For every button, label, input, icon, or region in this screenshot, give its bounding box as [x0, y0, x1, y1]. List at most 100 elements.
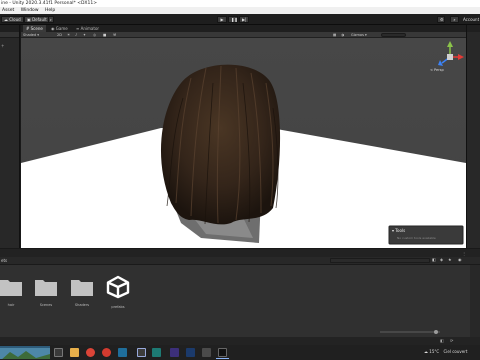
- app-teal-icon[interactable]: [152, 348, 161, 357]
- animator-tab-icon: ≡: [76, 26, 80, 31]
- tab-game-label: Game: [55, 26, 68, 31]
- inspector-tab-strip: [467, 25, 480, 32]
- menu-item-help[interactable]: Help: [45, 8, 55, 13]
- project-item-hair[interactable]: hair: [0, 277, 25, 307]
- slider-thumb[interactable]: [434, 330, 438, 334]
- project-breadcrumb[interactable]: ets: [1, 258, 7, 263]
- folder-icon: [35, 280, 57, 296]
- photoshop-icon[interactable]: [186, 348, 195, 357]
- chrome-icon[interactable]: [86, 348, 95, 357]
- project-item-label: Shaders: [74, 303, 90, 307]
- step-button[interactable]: ▶|: [239, 16, 249, 23]
- app-ps-icon[interactable]: [118, 348, 127, 357]
- os-taskbar: ☁ 15°C Ciel couvert: [0, 345, 480, 360]
- scene-tab-icon: #: [26, 26, 30, 31]
- tab-animator-label: Animator: [80, 26, 100, 31]
- services-button[interactable]: ⚙: [437, 16, 445, 23]
- landscape-icon: [0, 348, 50, 359]
- unity-taskbar-icon[interactable]: [218, 348, 227, 357]
- default-button[interactable]: ▣ Default: [24, 16, 50, 23]
- task-view-icon[interactable]: [54, 348, 63, 357]
- cache-icon[interactable]: ◧: [440, 338, 444, 343]
- toggle-2d-label: 2D: [57, 33, 62, 37]
- tab-scene-label: Scene: [30, 26, 43, 31]
- cloud-icon: ☁: [4, 17, 8, 22]
- weather-tray[interactable]: ☁ 15°C Ciel couvert: [424, 349, 467, 354]
- cloud-icon: ☁: [424, 349, 428, 354]
- project-item-label: hair: [7, 303, 15, 307]
- filter-type-icon[interactable]: ◧: [432, 257, 436, 262]
- main-toolbar: ☁ Cloud ▣ Default ▾ ▶ ❚❚ ▶| ⚙ ⌕ Account: [0, 14, 480, 25]
- default-label: Default: [32, 17, 47, 22]
- favorite-icon[interactable]: ★: [448, 257, 452, 262]
- weather-text: Ciel couvert: [443, 349, 468, 354]
- tools-overlay-text: No custom tools available: [397, 236, 436, 240]
- project-tab-strip: ⋮: [0, 249, 480, 257]
- status-bar: ◧ ⟳: [0, 337, 480, 345]
- opera-icon[interactable]: [102, 348, 111, 357]
- folder-icon: [0, 280, 22, 296]
- unity-logo-icon: [106, 275, 130, 299]
- project-item-prefabs[interactable]: prefabs: [104, 275, 132, 309]
- folder-icon: [71, 280, 93, 296]
- scene-tab-strip: # Scene ◉ Game ≡ Animator: [21, 25, 466, 32]
- cloud-button[interactable]: ☁ Cloud: [1, 16, 24, 23]
- scene-viewport[interactable]: < Persp ▾ Tools No custom tools availabl…: [21, 38, 466, 248]
- hierarchy-panel: ＋: [0, 25, 20, 248]
- tools-overlay-chevron-icon: ▾: [392, 228, 395, 233]
- play-icon: ▶: [220, 17, 224, 22]
- window-title-bar: ine - Unity 2020.3.41f1 Personal* <DX11>: [0, 0, 480, 7]
- scene-render: [21, 38, 466, 248]
- shading-mode-label: Shaded: [23, 33, 37, 37]
- tools-overlay-title: ▾ Tools: [392, 228, 405, 233]
- cloud-label: Cloud: [9, 17, 21, 22]
- scene-search-input[interactable]: [381, 33, 406, 37]
- account-button[interactable]: Account: [463, 17, 479, 22]
- collab-button[interactable]: ⌕: [450, 16, 459, 23]
- icon-size-slider[interactable]: [380, 330, 440, 334]
- project-toolbar: ets ◧ ◈ ★ ◉: [0, 257, 480, 265]
- layers-icon: ▣: [27, 17, 31, 22]
- chevron-down-icon: ▾: [50, 18, 52, 22]
- search-icon: ⌕: [453, 17, 456, 22]
- hierarchy-tab-strip: [0, 25, 19, 32]
- file-explorer-icon[interactable]: [70, 348, 79, 357]
- progress-icon[interactable]: ⟳: [450, 338, 453, 343]
- game-tab-icon: ◉: [51, 26, 55, 31]
- project-item-label: prefabs: [111, 305, 125, 309]
- tab-animator[interactable]: ≡ Animator: [73, 25, 102, 32]
- weather-temp: 15°C: [429, 349, 440, 354]
- play-button[interactable]: ▶: [217, 16, 227, 23]
- account-label: Account: [463, 17, 480, 22]
- app-circle-icon[interactable]: [137, 348, 146, 357]
- project-item-scenes[interactable]: Scenes: [32, 277, 60, 307]
- gizmos-label: Gizmos: [351, 33, 364, 37]
- pause-button[interactable]: ❚❚: [228, 16, 238, 23]
- gear-icon: ⚙: [440, 17, 444, 22]
- project-item-shaders[interactable]: Shaders: [68, 277, 96, 307]
- taskbar-weather-widget[interactable]: [0, 346, 50, 359]
- hierarchy-toolbar: ＋: [0, 32, 19, 48]
- project-scrollbar[interactable]: [470, 265, 480, 337]
- panel-menu-icon[interactable]: ⋮: [462, 251, 466, 256]
- tab-scene[interactable]: # Scene: [23, 25, 46, 32]
- tools-overlay-title-text: Tools: [395, 228, 406, 233]
- project-item-label: Scenes: [39, 303, 53, 307]
- menu-bar: Asset Window Help: [0, 7, 480, 14]
- pause-icon: ❚❚: [231, 17, 238, 22]
- inspector-panel: [466, 25, 480, 248]
- project-search-input[interactable]: [330, 258, 430, 263]
- app-gray-icon[interactable]: [202, 348, 211, 357]
- add-icon[interactable]: ＋: [0, 44, 5, 48]
- tab-game[interactable]: ◉ Game: [48, 25, 71, 32]
- dropdown-button[interactable]: ▾: [48, 16, 54, 23]
- filter-label-icon[interactable]: ◈: [440, 257, 443, 262]
- perspective-label[interactable]: < Persp: [430, 68, 444, 72]
- menu-item-window[interactable]: Window: [21, 8, 39, 13]
- window-title: ine - Unity 2020.3.41f1 Personal* <DX11>: [1, 1, 98, 6]
- menu-item-assets[interactable]: Asset: [2, 8, 14, 13]
- step-icon: ▶|: [242, 17, 247, 22]
- project-content: hair Scenes Shaders prefabs: [0, 265, 470, 337]
- app-ae-icon[interactable]: [170, 348, 179, 357]
- visibility-count-icon[interactable]: ◉: [458, 257, 462, 262]
